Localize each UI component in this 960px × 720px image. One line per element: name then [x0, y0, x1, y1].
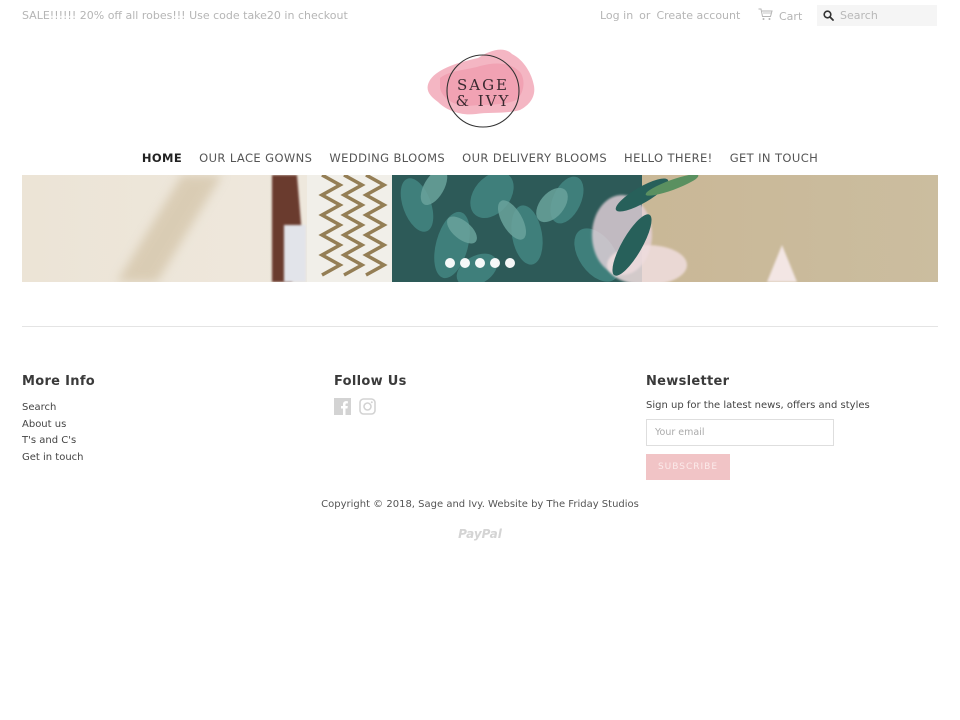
studio-link[interactable]: The Friday Studios: [547, 499, 639, 510]
more-info-heading: More Info: [22, 374, 96, 389]
footer-follow-us: Follow Us: [334, 374, 407, 419]
nav-item-home[interactable]: HOME: [142, 151, 182, 165]
or-separator: or: [639, 9, 651, 22]
create-account-link[interactable]: Create account: [656, 9, 740, 22]
cart-icon: [758, 8, 779, 24]
cart-link[interactable]: Cart: [758, 8, 802, 24]
paypal-payment-icon: PayPal: [458, 527, 502, 541]
section-divider: [22, 326, 938, 327]
promo-banner-text: SALE!!!!!! 20% off all robes!!! Use code…: [22, 9, 348, 22]
newsletter-email-input[interactable]: [646, 419, 834, 446]
search-box: [817, 5, 937, 26]
facebook-icon[interactable]: [334, 398, 351, 419]
hero-slideshow[interactable]: [22, 175, 938, 282]
account-links: Log in or Create account: [600, 9, 740, 22]
nav-item-wedding-blooms[interactable]: WEDDING BLOOMS: [329, 151, 445, 165]
main-nav: HOME OUR LACE GOWNS WEDDING BLOOMS OUR D…: [0, 151, 960, 165]
footer-link-terms[interactable]: T's and C's: [22, 435, 76, 446]
nav-item-our-delivery-blooms[interactable]: OUR DELIVERY BLOOMS: [462, 151, 607, 165]
copyright-prefix: Copyright © 2018,: [321, 499, 419, 510]
instagram-icon[interactable]: [359, 398, 376, 419]
footer-link-search[interactable]: Search: [22, 402, 56, 413]
nav-item-hello-there[interactable]: HELLO THERE!: [624, 151, 713, 165]
search-input[interactable]: [840, 9, 930, 22]
newsletter-description: Sign up for the latest news, offers and …: [646, 400, 870, 411]
subscribe-button[interactable]: SUBSCRIBE: [646, 454, 730, 480]
nav-item-our-lace-gowns[interactable]: OUR LACE GOWNS: [199, 151, 312, 165]
newsletter-heading: Newsletter: [646, 374, 730, 389]
top-bar: SALE!!!!!! 20% off all robes!!! Use code…: [0, 0, 960, 32]
footer-more-info: More Info Search About us T's and C's Ge…: [22, 374, 95, 466]
footer-link-get-in-touch[interactable]: Get in touch: [22, 452, 84, 463]
footer-newsletter: Newsletter Sign up for the latest news, …: [646, 374, 936, 480]
slide-dot-4[interactable]: [490, 258, 500, 268]
footer-link-about-us[interactable]: About us: [22, 419, 66, 430]
site-logo[interactable]: SAGE & IVY: [420, 40, 540, 135]
slide-dot-3[interactable]: [475, 258, 485, 268]
search-icon[interactable]: [823, 6, 834, 25]
logo-text-line2: & IVY: [456, 92, 511, 110]
slideshow-pagination: [22, 258, 938, 268]
slide-dot-5[interactable]: [505, 258, 515, 268]
follow-us-heading: Follow Us: [334, 374, 407, 389]
copyright-middle: . Website by: [481, 499, 547, 510]
copyright-text: Copyright © 2018, Sage and Ivy. Website …: [0, 499, 960, 510]
cart-label: Cart: [779, 9, 803, 23]
brand-link[interactable]: Sage and Ivy: [418, 499, 482, 510]
login-link[interactable]: Log in: [600, 9, 633, 22]
nav-item-get-in-touch[interactable]: GET IN TOUCH: [730, 151, 818, 165]
slide-dot-1[interactable]: [445, 258, 455, 268]
slide-dot-2[interactable]: [460, 258, 470, 268]
